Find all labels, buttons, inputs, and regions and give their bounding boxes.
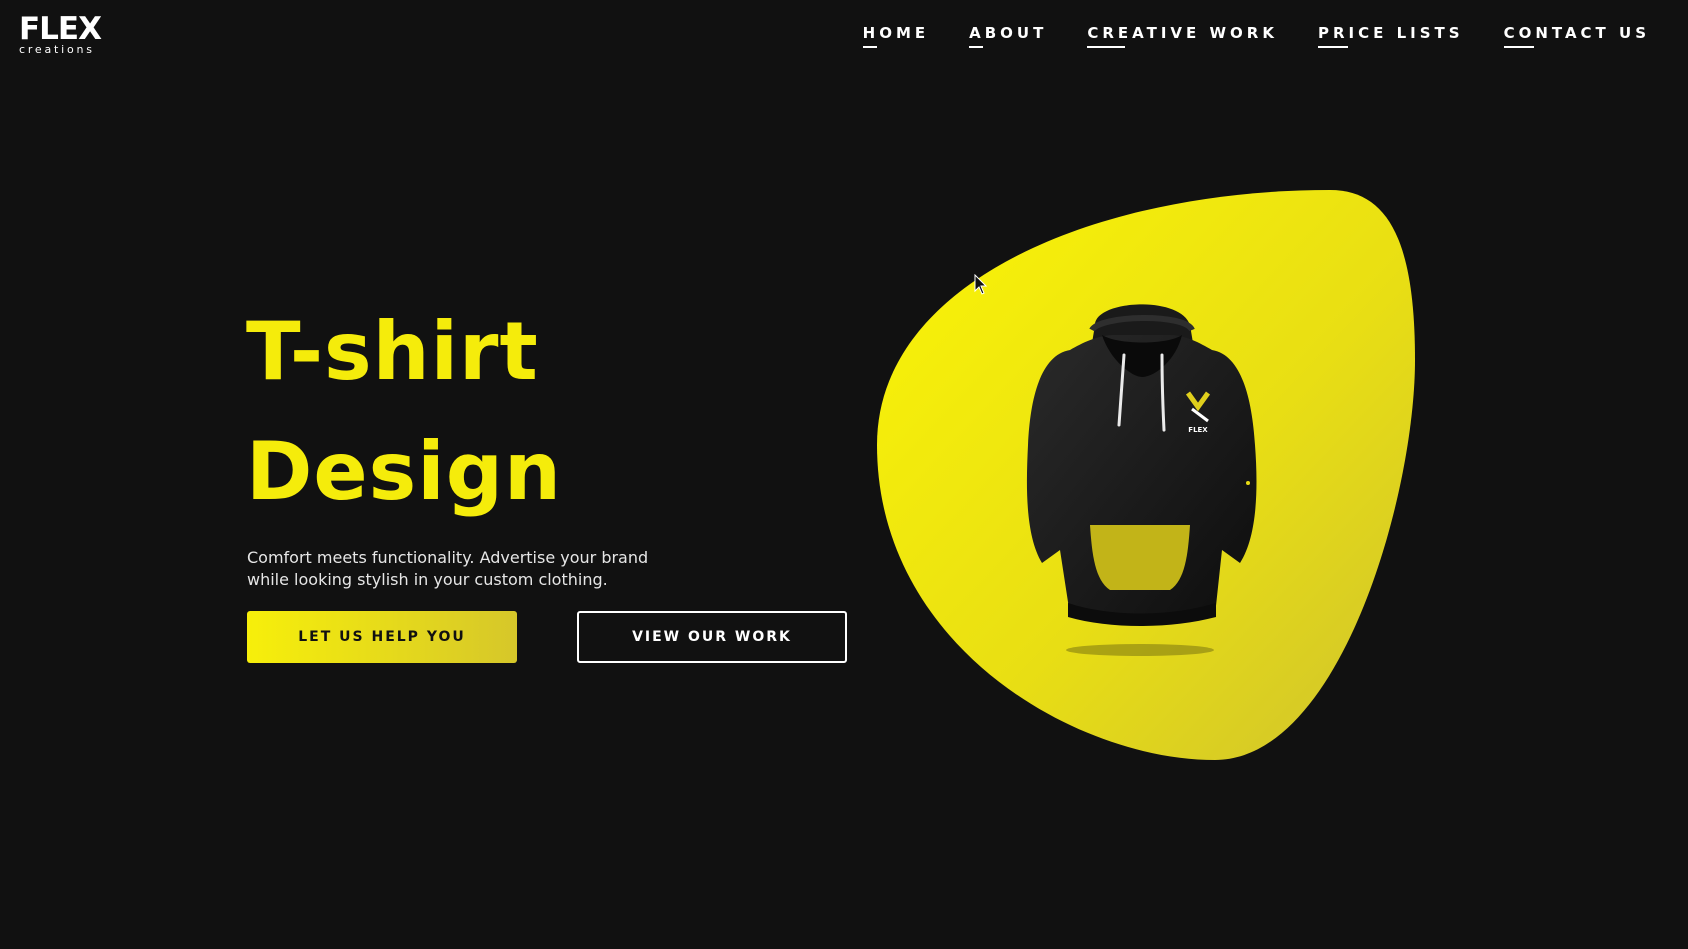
hero-title-line1: T-shirt xyxy=(246,305,539,398)
nav-item-price-lists[interactable]: PRICE LISTS xyxy=(1317,24,1464,48)
landing-page: FLEX creations HOME ABOUT CREATIVE WORK … xyxy=(0,0,1688,949)
hero-visual: FLEX xyxy=(877,190,1415,760)
hoodie-logo-text: FLEX xyxy=(1188,426,1208,434)
nav-item-contact-us[interactable]: CONTACT US xyxy=(1503,24,1650,48)
nav-item-about[interactable]: ABOUT xyxy=(969,24,1047,48)
main-nav: HOME ABOUT CREATIVE WORK PRICE LISTS CON… xyxy=(823,24,1650,48)
hero-title: T-shirt Design xyxy=(246,292,562,532)
logo-sub-text: creations xyxy=(19,43,95,56)
hero-description: Comfort meets functionality. Advertise y… xyxy=(247,548,649,589)
nav-item-home[interactable]: HOME xyxy=(862,24,929,48)
mouse-pointer-icon xyxy=(974,274,988,295)
nav-item-creative-work[interactable]: CREATIVE WORK xyxy=(1087,24,1278,48)
brand-logo[interactable]: FLEX creations xyxy=(19,11,102,56)
view-our-work-button[interactable]: VIEW OUR WORK xyxy=(577,611,847,663)
let-us-help-you-button[interactable]: LET US HELP YOU xyxy=(247,611,517,663)
hero-title-line2: Design xyxy=(246,425,562,518)
logo-main-text: FLEX xyxy=(19,11,102,47)
